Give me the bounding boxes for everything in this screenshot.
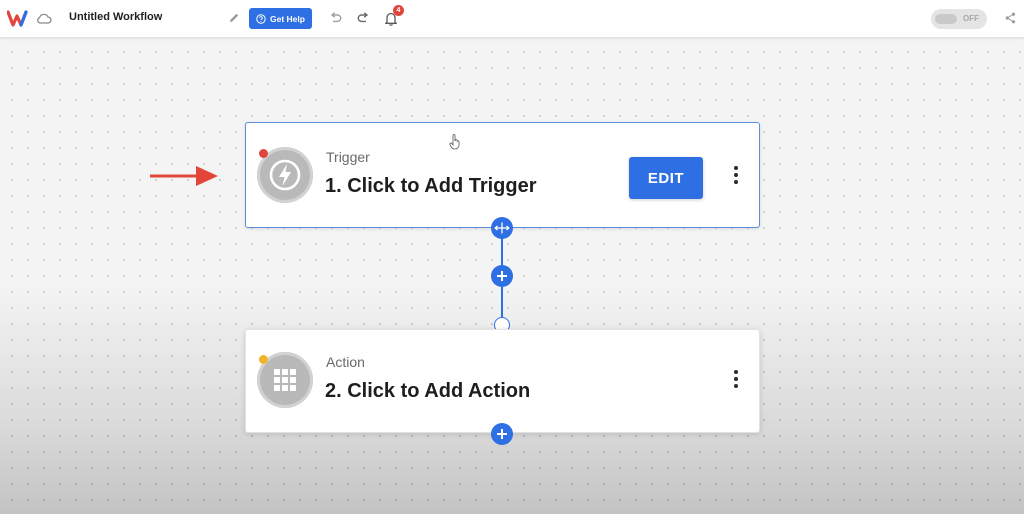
trigger-card[interactable]: Trigger 1. Click to Add Trigger EDIT — [245, 122, 760, 228]
add-step-button[interactable] — [491, 423, 513, 445]
question-circle-icon — [256, 13, 266, 24]
cloud-sync-icon — [37, 13, 52, 24]
plus-icon — [497, 429, 507, 439]
trigger-title[interactable]: 1. Click to Add Trigger — [325, 175, 537, 198]
workflow-on-off-toggle[interactable]: OFF — [931, 9, 987, 29]
arrow-right-icon — [150, 166, 218, 186]
action-status-dot — [259, 355, 268, 364]
connector-line — [501, 287, 503, 318]
toggle-label: OFF — [963, 14, 979, 23]
undo-icon[interactable] — [329, 12, 342, 24]
redo-icon[interactable] — [357, 12, 370, 24]
top-toolbar: Untitled Workflow Get Help 4 OFF — [0, 0, 1024, 38]
edit-trigger-button[interactable]: EDIT — [629, 157, 703, 199]
expand-connector-button[interactable] — [491, 217, 513, 239]
toggle-knob — [935, 14, 957, 24]
trigger-kicker: Trigger — [326, 149, 370, 165]
action-title[interactable]: 2. Click to Add Action — [325, 380, 530, 403]
share-icon[interactable] — [1005, 12, 1016, 24]
app-logo-icon[interactable] — [7, 10, 31, 27]
pencil-icon[interactable] — [228, 12, 240, 24]
action-kicker: Action — [326, 354, 365, 370]
plus-icon — [497, 271, 507, 281]
app-grid-icon — [274, 369, 296, 391]
action-card[interactable]: Action 2. Click to Add Action — [245, 329, 760, 433]
trigger-status-dot — [259, 149, 268, 158]
add-step-button[interactable] — [491, 265, 513, 287]
lightning-icon — [269, 159, 301, 191]
notification-badge: 4 — [393, 5, 404, 16]
action-more-options-icon[interactable] — [733, 370, 739, 390]
get-help-button[interactable]: Get Help — [249, 8, 312, 29]
workflow-title[interactable]: Untitled Workflow — [69, 11, 162, 23]
trigger-more-options-icon[interactable] — [733, 166, 739, 186]
get-help-label: Get Help — [270, 13, 305, 24]
expand-arrows-icon — [494, 222, 510, 234]
hand-cursor-icon — [449, 134, 460, 150]
